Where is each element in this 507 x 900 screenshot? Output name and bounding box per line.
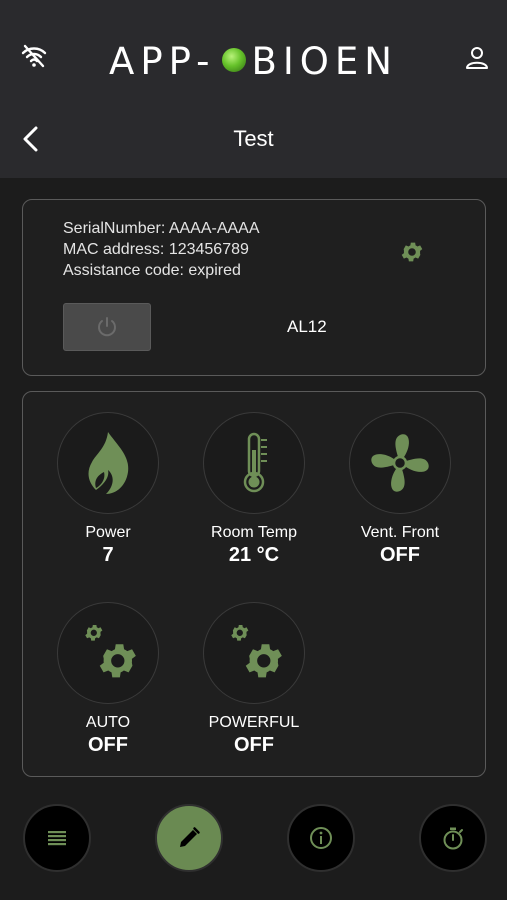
vent-front-label: Vent. Front [360, 524, 440, 541]
auto-label: AUTO [85, 714, 131, 731]
assistance-code-text: Assistance code: expired [63, 262, 241, 279]
power-icon [98, 317, 116, 337]
power-label: Power [85, 524, 131, 541]
power-value: 7 [102, 544, 114, 566]
auto-value: OFF [88, 734, 128, 756]
room-temp-value: 21 °C [228, 544, 280, 566]
powerful-circle[interactable] [203, 602, 305, 704]
brand-text-left: APP- [109, 40, 216, 83]
vent-front-value: OFF [380, 544, 420, 566]
room-temp-circle[interactable] [203, 412, 305, 514]
stopwatch-icon [443, 827, 463, 850]
vent-front-circle[interactable] [349, 412, 451, 514]
list-icon [48, 831, 66, 846]
powerful-label: POWERFUL [208, 714, 300, 731]
nav-info-button[interactable] [287, 804, 355, 872]
serial-number-text: SerialNumber: AAAA-AAAA [63, 220, 260, 237]
nav-edit-button[interactable] [155, 804, 223, 872]
brand-orb-icon [221, 47, 246, 72]
pencil-icon [180, 827, 200, 847]
tile-auto[interactable]: AUTO OFF [33, 602, 183, 757]
tile-vent-front[interactable]: Vent. Front OFF [325, 412, 475, 567]
controls-card: Power 7 Room Temp 21 °C Vent. Front OFF … [22, 391, 486, 777]
app-header: APP- BIOEN Test [0, 0, 507, 178]
gears-icon [85, 624, 136, 678]
power-button[interactable] [63, 303, 151, 351]
flame-icon [88, 432, 129, 494]
tile-power[interactable]: Power 7 [33, 412, 183, 567]
tile-powerful[interactable]: POWERFUL OFF [179, 602, 329, 757]
brand-text-right: BIOEN [251, 40, 398, 83]
gears-icon [231, 624, 282, 678]
gear-icon[interactable] [399, 239, 425, 265]
auto-circle[interactable] [57, 602, 159, 704]
nav-list-button[interactable] [23, 804, 91, 872]
tile-room-temp[interactable]: Room Temp 21 °C [179, 412, 329, 567]
mac-address-text: MAC address: 123456789 [63, 241, 249, 258]
brand-logo: APP- BIOEN [0, 40, 507, 83]
device-info-card: SerialNumber: AAAA-AAAA MAC address: 123… [22, 199, 486, 376]
page-title: Test [233, 126, 274, 151]
info-icon [310, 827, 332, 849]
room-temp-label: Room Temp [211, 524, 297, 541]
device-name: AL12 [287, 317, 327, 336]
powerful-value: OFF [234, 734, 274, 756]
power-circle[interactable] [57, 412, 159, 514]
user-icon[interactable] [464, 45, 490, 71]
fan-icon [371, 434, 429, 492]
nav-timer-button[interactable] [419, 804, 487, 872]
thermometer-icon [243, 432, 267, 493]
